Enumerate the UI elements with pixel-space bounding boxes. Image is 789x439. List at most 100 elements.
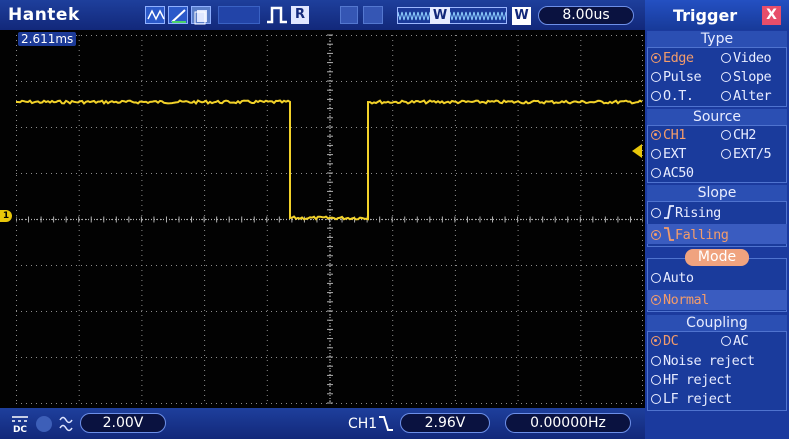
option-label: EXT/5 xyxy=(733,146,772,162)
trigger-panel-title: Trigger xyxy=(673,6,738,25)
coupling-option-noise-reject[interactable]: Noise reject xyxy=(651,353,755,369)
radio-icon xyxy=(721,91,731,101)
option-label: Edge xyxy=(663,50,694,66)
toolbar-blank-slot xyxy=(218,6,260,24)
mode-option-auto[interactable]: Auto xyxy=(651,270,694,286)
option-label: Alter xyxy=(733,88,772,104)
timebase-mode-label: W xyxy=(512,7,531,25)
type-option-slope[interactable]: Slope xyxy=(721,69,772,85)
graticule xyxy=(16,34,643,404)
memory-depth-bar xyxy=(397,7,507,24)
radio-icon xyxy=(651,149,661,159)
trigger-level-marker[interactable] xyxy=(632,144,642,158)
radio-icon xyxy=(651,168,661,178)
source-option-ch2[interactable]: CH2 xyxy=(721,127,756,143)
usb-icon[interactable] xyxy=(363,6,383,24)
top-toolbar: Hantek R W W 8.00us xyxy=(0,0,645,30)
radio-icon xyxy=(651,91,661,101)
copy-icon[interactable] xyxy=(191,6,211,25)
option-label: HF reject xyxy=(663,372,732,388)
run-pulse-icon[interactable] xyxy=(266,5,288,25)
radio-icon xyxy=(651,356,661,366)
option-label: Auto xyxy=(663,270,694,286)
coupling-section-title: Coupling xyxy=(647,315,787,332)
trigger-channel-label: CH1 xyxy=(348,416,378,432)
falling-edge-icon xyxy=(379,416,393,431)
radio-icon xyxy=(721,53,731,63)
trigger-time-readout: 2.611ms xyxy=(18,32,77,46)
rising-edge-icon xyxy=(664,205,674,219)
type-option-alter[interactable]: Alter xyxy=(721,88,772,104)
option-label: AC50 xyxy=(663,165,694,181)
option-label: Falling xyxy=(675,227,729,243)
source-option-ac50[interactable]: AC50 xyxy=(651,165,694,181)
type-option-video[interactable]: Video xyxy=(721,50,772,66)
option-label: Pulse xyxy=(663,69,702,85)
option-label: Noise reject xyxy=(663,353,755,369)
option-label: LF reject xyxy=(663,391,732,407)
brand-logo: Hantek xyxy=(8,5,80,25)
mute-icon[interactable] xyxy=(340,6,358,24)
type-option-ot[interactable]: O.T. xyxy=(651,88,694,104)
mode-option-normal[interactable]: Normal xyxy=(651,292,709,308)
ch1-volts-per-div[interactable]: 2.00V xyxy=(80,413,166,433)
bottom-status-bar: DC 2.00V CH1 2.96V 0.00000Hz xyxy=(0,408,645,439)
option-label: Slope xyxy=(733,69,772,85)
radio-icon xyxy=(721,149,731,159)
type-option-edge[interactable]: Edge xyxy=(651,50,694,66)
coupling-option-dc[interactable]: DC xyxy=(651,333,679,349)
type-section-title: Type xyxy=(647,31,787,48)
coupling-option-lf-reject[interactable]: LF reject xyxy=(651,391,732,407)
coupling-option-ac[interactable]: AC xyxy=(721,333,749,349)
option-label: CH2 xyxy=(733,127,756,143)
radio-selected-icon xyxy=(651,53,661,63)
radio-icon xyxy=(651,394,661,404)
option-label: Rising xyxy=(675,205,721,221)
type-option-pulse[interactable]: Pulse xyxy=(651,69,702,85)
waveform-icon[interactable] xyxy=(145,6,165,24)
ch1-waveform-trace xyxy=(16,99,643,221)
source-option-ext5[interactable]: EXT/5 xyxy=(721,146,772,162)
timebase-value[interactable]: 8.00us xyxy=(538,6,634,25)
radio-icon xyxy=(651,273,661,283)
slope-option-rising[interactable]: Rising xyxy=(651,205,721,221)
option-label: O.T. xyxy=(663,88,694,104)
mode-section-title: Mode xyxy=(685,249,749,266)
coupling-option-hf-reject[interactable]: HF reject xyxy=(651,372,732,388)
radio-icon xyxy=(721,130,731,140)
trigger-level-value[interactable]: 2.96V xyxy=(400,413,490,433)
memory-marker[interactable]: W xyxy=(430,7,450,24)
slope-option-falling[interactable]: Falling xyxy=(651,227,729,243)
frequency-readout: 0.00000Hz xyxy=(505,413,631,433)
dc-coupling-icon[interactable]: DC xyxy=(10,414,30,435)
run-indicator[interactable]: R xyxy=(291,6,309,24)
option-label: Video xyxy=(733,50,772,66)
invert-icon[interactable] xyxy=(58,414,76,434)
radio-selected-icon xyxy=(651,336,661,346)
radio-icon xyxy=(651,375,661,385)
option-label: CH1 xyxy=(663,127,686,143)
option-label: EXT xyxy=(663,146,686,162)
option-label: AC xyxy=(733,333,749,349)
source-option-ext[interactable]: EXT xyxy=(651,146,686,162)
radio-icon xyxy=(651,208,661,218)
radio-selected-icon xyxy=(651,130,661,140)
option-label: Normal xyxy=(663,292,709,308)
falling-edge-icon xyxy=(664,227,674,241)
source-option-ch1[interactable]: CH1 xyxy=(651,127,686,143)
ch1-ground-marker[interactable]: 1 xyxy=(0,210,12,222)
radio-icon xyxy=(651,72,661,82)
close-icon[interactable]: X xyxy=(762,6,781,25)
trigger-panel: Trigger X Type Edge Video Pulse Slope O.… xyxy=(645,0,789,439)
slope-section-title: Slope xyxy=(647,185,787,202)
radio-icon xyxy=(721,336,731,346)
option-label: DC xyxy=(663,333,679,349)
waveform-display: 2.611ms 1 xyxy=(0,30,645,408)
radio-selected-icon xyxy=(651,295,661,305)
dc-symbol-icon xyxy=(12,416,28,422)
bandwidth-limit-icon[interactable] xyxy=(36,416,52,432)
edit-icon[interactable] xyxy=(168,6,188,24)
radio-icon xyxy=(721,72,731,82)
source-section-title: Source xyxy=(647,109,787,126)
trigger-panel-header: Trigger X xyxy=(645,0,789,30)
